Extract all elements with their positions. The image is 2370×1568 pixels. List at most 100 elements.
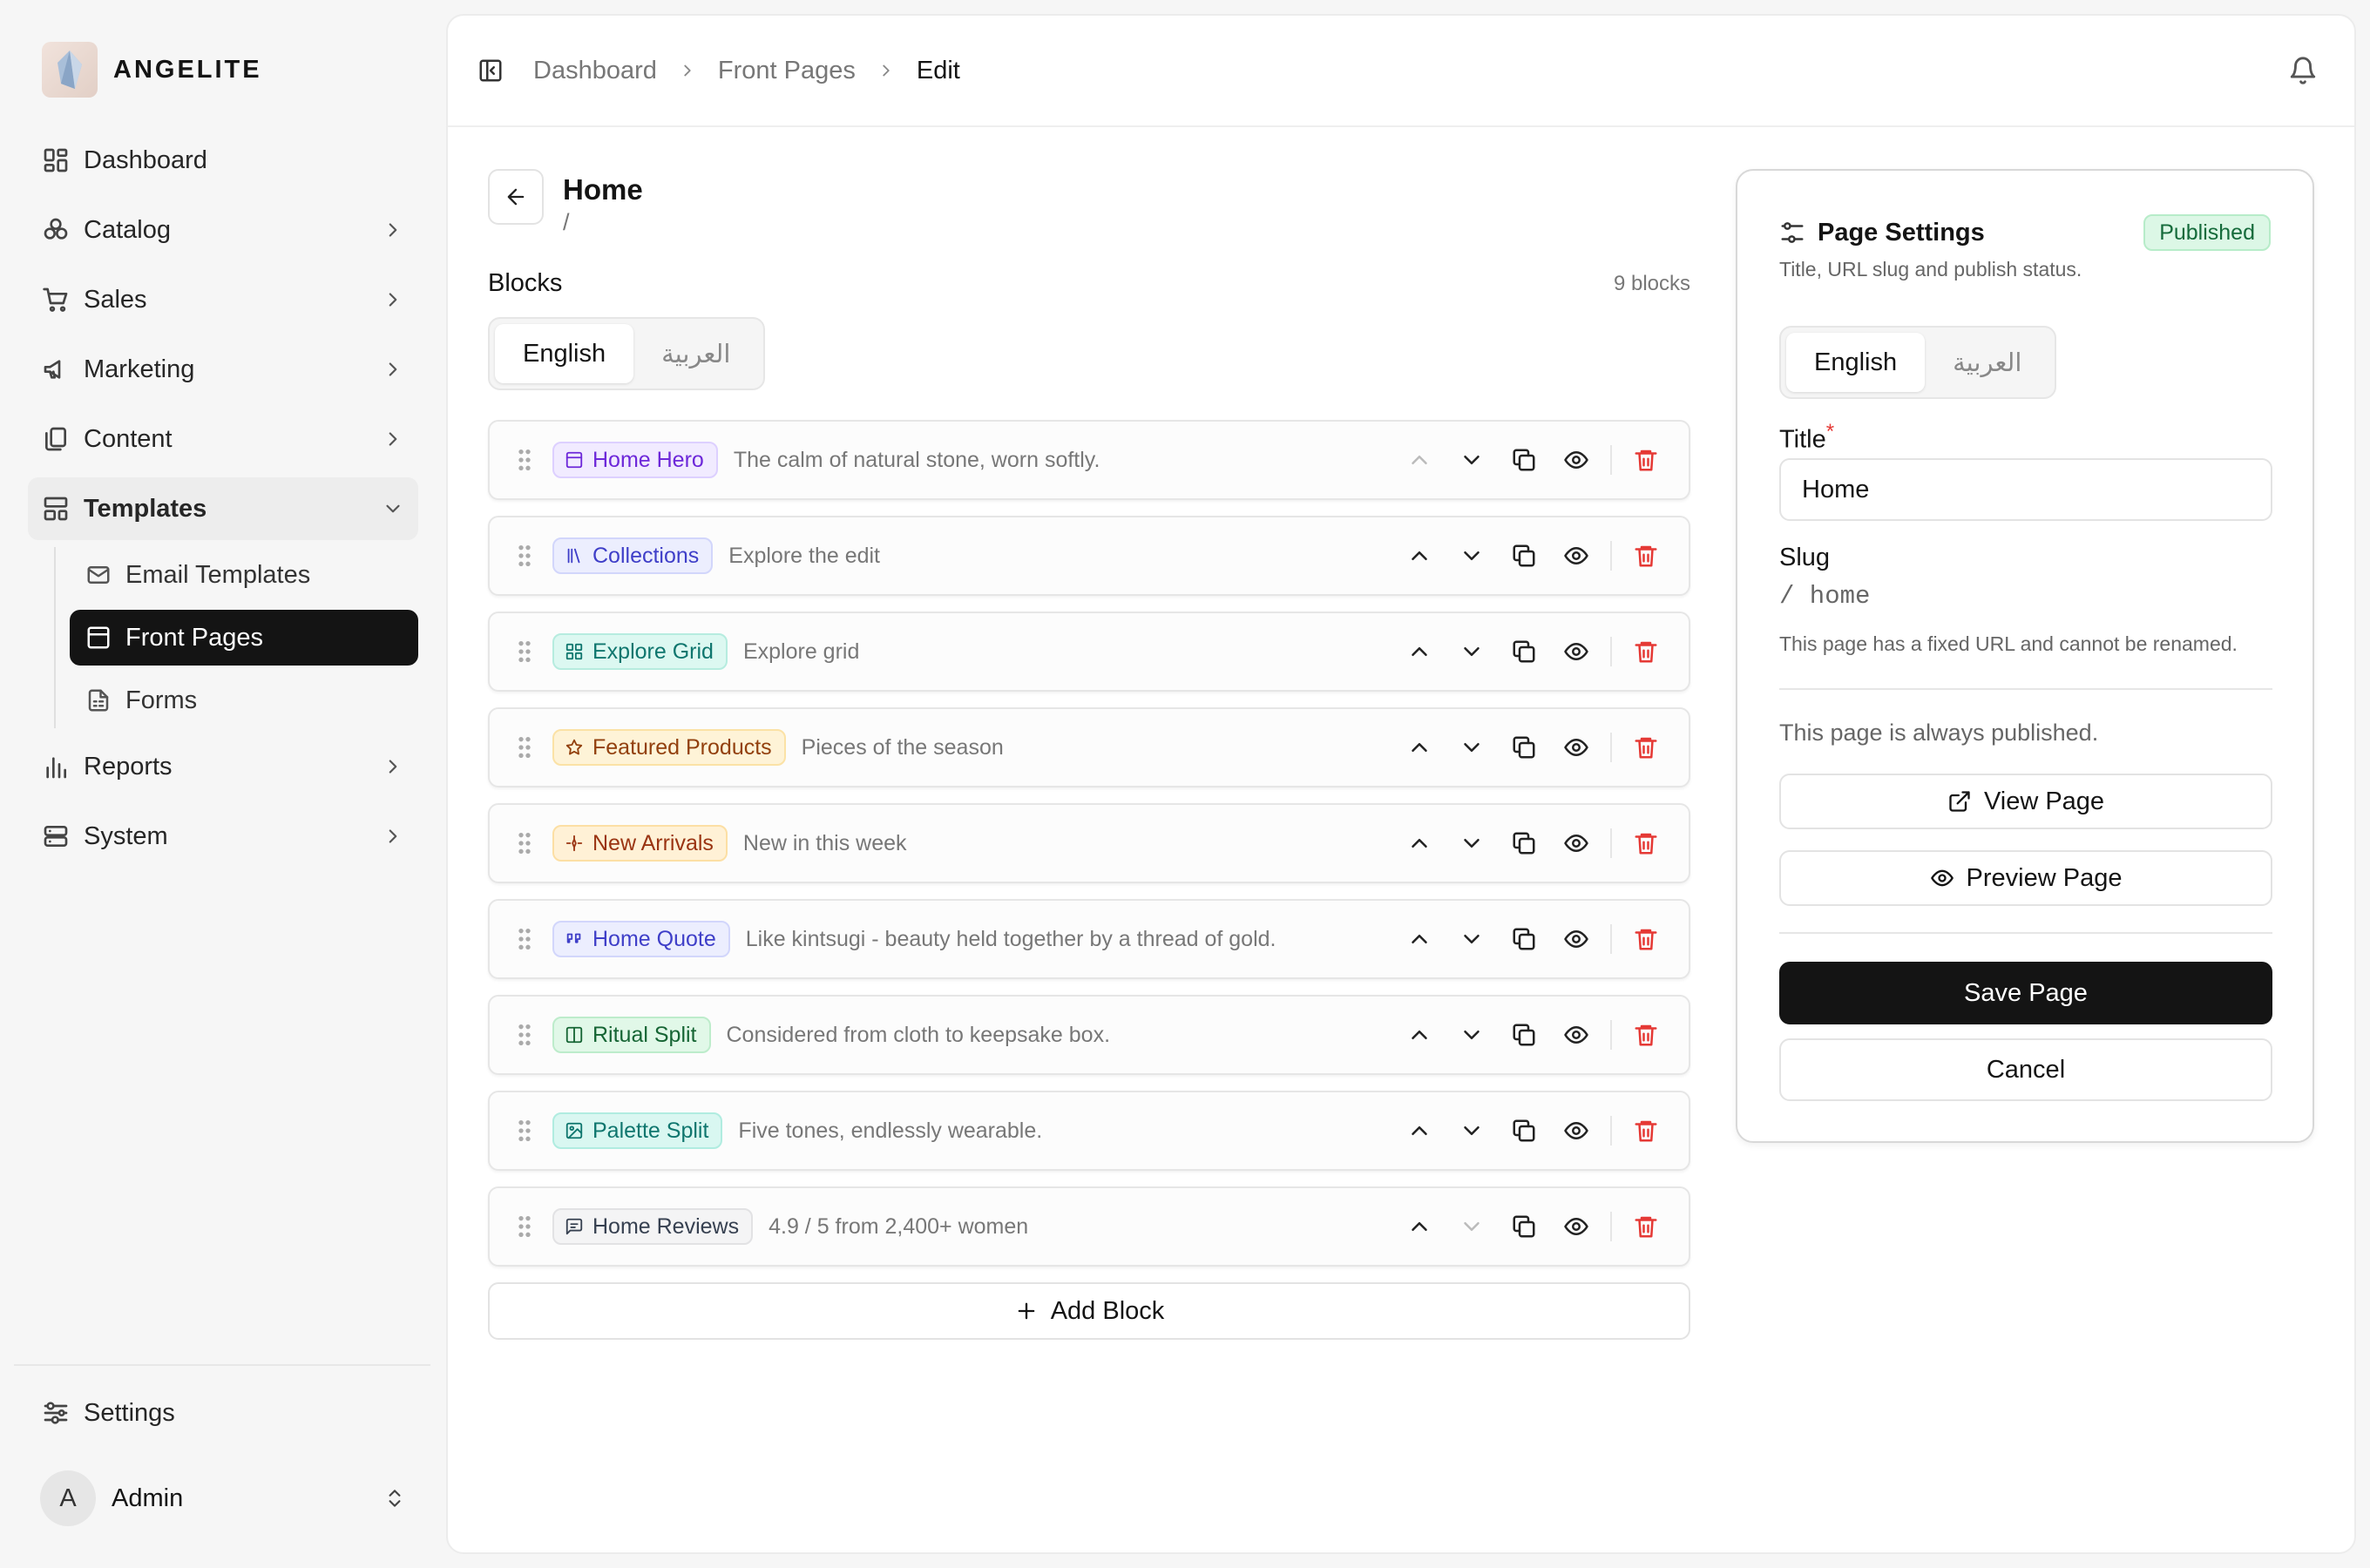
sidebar-item-templates[interactable]: Templates	[28, 477, 418, 540]
block-subtitle: Considered from cloth to keepsake box.	[726, 1022, 1111, 1047]
move-up-icon[interactable]	[1406, 1022, 1432, 1048]
eye-icon[interactable]	[1563, 830, 1589, 856]
block-row[interactable]: Home Reviews 4.9 / 5 from 2,400+ women	[488, 1186, 1690, 1267]
drag-handle-icon[interactable]	[512, 638, 537, 666]
duplicate-icon[interactable]	[1511, 1022, 1537, 1048]
preview-page-button[interactable]: Preview Page	[1779, 850, 2272, 906]
move-down-icon[interactable]	[1459, 447, 1485, 473]
user-menu[interactable]: A Admin	[40, 1470, 406, 1526]
tab-english[interactable]: English	[1786, 333, 1926, 392]
block-row[interactable]: Home Hero The calm of natural stone, wor…	[488, 420, 1690, 500]
duplicate-icon[interactable]	[1511, 543, 1537, 569]
move-down-icon[interactable]	[1459, 830, 1485, 856]
trash-icon[interactable]	[1633, 734, 1659, 760]
block-row[interactable]: Palette Split Five tones, endlessly wear…	[488, 1091, 1690, 1171]
tab-arabic[interactable]: العربية	[633, 324, 758, 383]
bell-icon[interactable]	[2288, 56, 2318, 85]
duplicate-icon[interactable]	[1511, 1213, 1537, 1240]
move-down-icon[interactable]	[1459, 639, 1485, 665]
cancel-button[interactable]: Cancel	[1779, 1038, 2272, 1101]
duplicate-icon[interactable]	[1511, 734, 1537, 760]
sidebar-item-marketing[interactable]: Marketing	[28, 338, 418, 401]
sidebar-item-label: Templates	[84, 494, 207, 523]
block-actions	[1380, 637, 1659, 666]
eye-icon[interactable]	[1563, 639, 1589, 665]
sidebar-item-forms[interactable]: Forms	[70, 672, 418, 728]
move-up-icon[interactable]	[1406, 639, 1432, 665]
drag-handle-icon[interactable]	[512, 1213, 537, 1240]
brand[interactable]: ANGELITE	[42, 42, 262, 98]
sidebar-item-front-pages[interactable]: Front Pages	[70, 610, 418, 666]
duplicate-icon[interactable]	[1511, 830, 1537, 856]
trash-icon[interactable]	[1633, 1022, 1659, 1048]
mail-icon	[87, 566, 110, 584]
eye-icon[interactable]	[1563, 1213, 1589, 1240]
sidebar-item-email-templates[interactable]: Email Templates	[70, 547, 418, 603]
move-up-icon[interactable]	[1406, 734, 1432, 760]
move-down-icon[interactable]	[1459, 1118, 1485, 1144]
add-block-button[interactable]: Add Block	[488, 1282, 1690, 1340]
trash-icon[interactable]	[1633, 1118, 1659, 1144]
sidebar-item-system[interactable]: System	[28, 805, 418, 868]
move-up-icon[interactable]	[1406, 543, 1432, 569]
trash-icon[interactable]	[1633, 543, 1659, 569]
sidebar-item-dashboard[interactable]: Dashboard	[28, 129, 418, 192]
breadcrumb-front-pages[interactable]: Front Pages	[718, 57, 856, 85]
duplicate-icon[interactable]	[1511, 926, 1537, 952]
block-row[interactable]: Featured Products Pieces of the season	[488, 707, 1690, 787]
move-down-icon[interactable]	[1459, 926, 1485, 952]
sidebar-item-reports[interactable]: Reports	[28, 735, 418, 798]
sidebar-item-catalog[interactable]: Catalog	[28, 199, 418, 261]
trash-icon[interactable]	[1633, 926, 1659, 952]
duplicate-icon[interactable]	[1511, 639, 1537, 665]
sidebar-toggle-icon[interactable]	[477, 57, 504, 84]
eye-icon[interactable]	[1563, 1022, 1589, 1048]
block-row[interactable]: Home Quote Like kintsugi - beauty held t…	[488, 899, 1690, 979]
tab-english[interactable]: English	[495, 324, 634, 383]
block-row[interactable]: Explore Grid Explore grid	[488, 612, 1690, 692]
block-row[interactable]: Ritual Split Considered from cloth to ke…	[488, 995, 1690, 1075]
breadcrumb-dashboard[interactable]: Dashboard	[533, 57, 657, 85]
sidebar-item-sales[interactable]: Sales	[28, 268, 418, 331]
panel-icon	[565, 451, 583, 469]
move-up-icon[interactable]	[1406, 830, 1432, 856]
drag-handle-icon[interactable]	[512, 542, 537, 570]
move-down-icon[interactable]	[1459, 1022, 1485, 1048]
drag-handle-icon[interactable]	[512, 1021, 537, 1049]
block-row[interactable]: Collections Explore the edit	[488, 516, 1690, 596]
move-up-icon[interactable]	[1406, 1213, 1432, 1240]
move-up-icon[interactable]	[1406, 926, 1432, 952]
title-input[interactable]: Home	[1779, 458, 2272, 521]
eye-icon[interactable]	[1563, 926, 1589, 952]
sidebar-item-content[interactable]: Content	[28, 408, 418, 470]
eye-icon[interactable]	[1563, 734, 1589, 760]
block-row[interactable]: New Arrivals New in this week	[488, 803, 1690, 883]
templates-subnav: Email Templates Front Pages Forms	[54, 547, 418, 728]
eye-icon[interactable]	[1563, 447, 1589, 473]
sliders-icon	[1781, 222, 1804, 243]
move-up-icon[interactable]	[1406, 1118, 1432, 1144]
drag-handle-icon[interactable]	[512, 829, 537, 857]
view-page-button[interactable]: View Page	[1779, 774, 2272, 829]
trash-icon[interactable]	[1633, 830, 1659, 856]
back-button[interactable]	[488, 169, 544, 225]
trash-icon[interactable]	[1633, 447, 1659, 473]
move-down-icon[interactable]	[1459, 734, 1485, 760]
title-label: Title*	[1779, 420, 1834, 455]
duplicate-icon[interactable]	[1511, 447, 1537, 473]
eye-icon[interactable]	[1563, 543, 1589, 569]
move-down-icon[interactable]	[1459, 1213, 1485, 1240]
save-page-button[interactable]: Save Page	[1779, 962, 2272, 1024]
drag-handle-icon[interactable]	[512, 925, 537, 953]
trash-icon[interactable]	[1633, 1213, 1659, 1240]
drag-handle-icon[interactable]	[512, 733, 537, 761]
tab-arabic[interactable]: العربية	[1925, 333, 2049, 392]
trash-icon[interactable]	[1633, 639, 1659, 665]
drag-handle-icon[interactable]	[512, 446, 537, 474]
sidebar-item-settings[interactable]: Settings	[28, 1382, 418, 1444]
duplicate-icon[interactable]	[1511, 1118, 1537, 1144]
eye-icon[interactable]	[1563, 1118, 1589, 1144]
drag-handle-icon[interactable]	[512, 1117, 537, 1145]
move-up-icon[interactable]	[1406, 447, 1432, 473]
move-down-icon[interactable]	[1459, 543, 1485, 569]
